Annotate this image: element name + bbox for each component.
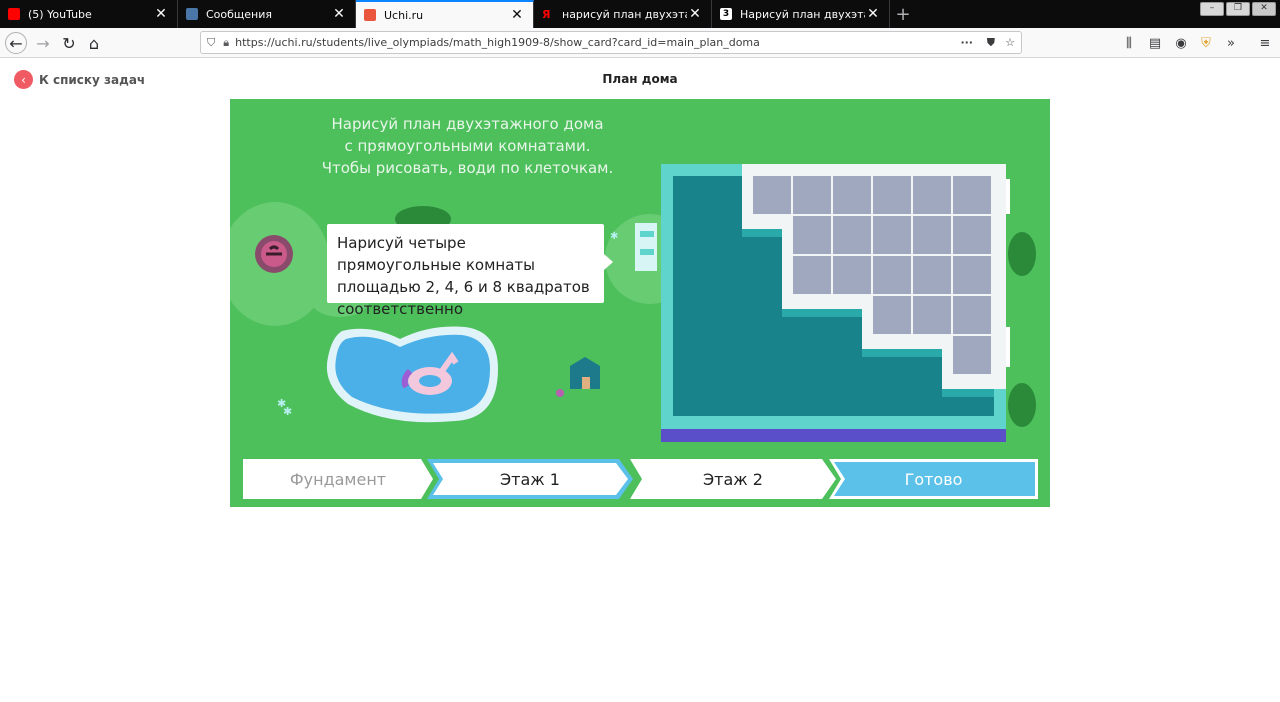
- address-bar[interactable]: ⛉ 🔒︎ https://uchi.ru/students/live_olymp…: [200, 31, 1022, 54]
- grid-cell[interactable]: [793, 176, 831, 214]
- grid-cell[interactable]: [913, 256, 951, 294]
- grid-cell[interactable]: [833, 216, 871, 254]
- step-floor-2[interactable]: Этаж 2: [630, 459, 836, 499]
- restore-button[interactable]: ❐: [1226, 2, 1250, 16]
- bookmark-star-icon[interactable]: ☆: [1005, 36, 1015, 49]
- reload-icon[interactable]: ↻: [58, 32, 80, 54]
- close-icon[interactable]: ✕: [331, 6, 347, 22]
- grid-cell[interactable]: [793, 216, 831, 254]
- window-controls: – ❐ ✕: [1200, 2, 1276, 16]
- step-label: Готово: [904, 469, 963, 489]
- forward-arrow-icon[interactable]: →: [32, 32, 54, 54]
- tab-strip: (5) YouTube ✕ Сообщения ✕ Uchi.ru ✕ Я на…: [0, 0, 1280, 28]
- grid-cell[interactable]: [873, 256, 911, 294]
- grid-cell[interactable]: [913, 296, 951, 334]
- close-icon[interactable]: ✕: [865, 6, 881, 22]
- grid-cell[interactable]: [953, 296, 991, 334]
- grid-cell[interactable]: [873, 216, 911, 254]
- grid-cell[interactable]: [953, 336, 991, 374]
- youtube-icon: [8, 8, 20, 20]
- grid-cell[interactable]: [913, 216, 951, 254]
- yandex-icon: Я: [542, 8, 551, 21]
- instruction-line: Чтобы рисовать, води по клеточкам.: [321, 159, 614, 177]
- tab-zen-article[interactable]: 3 Нарисуй план двухэтажного д ✕: [712, 0, 890, 28]
- grid-cell[interactable]: [953, 216, 991, 254]
- instruction-line: Нарисуй план двухэтажного дома: [331, 115, 604, 133]
- step-progress-bar: Фундамент Этаж 1 Этаж 2 Готово: [243, 459, 1038, 499]
- tab-messages[interactable]: Сообщения ✕: [178, 0, 356, 28]
- zen-icon: 3: [720, 8, 732, 20]
- step-label: Этаж 1: [500, 469, 560, 489]
- tab-uchi[interactable]: Uchi.ru ✕: [356, 0, 534, 28]
- tab-title: Нарисуй план двухэтажного д: [740, 7, 865, 21]
- grid-cell[interactable]: [953, 256, 991, 294]
- tab-title: Uchi.ru: [384, 8, 424, 22]
- game-area: ✱ ✱ ✱ Нарисуй план двухэтажного дома с п…: [230, 99, 1050, 507]
- close-icon[interactable]: ✕: [153, 6, 169, 22]
- grid-cell[interactable]: [953, 176, 991, 214]
- step-foundation[interactable]: Фундамент: [243, 459, 433, 499]
- instruction-line: с прямоугольными комнатами.: [344, 137, 591, 155]
- grid-cell[interactable]: [833, 256, 871, 294]
- grid-cell[interactable]: [913, 176, 951, 214]
- sidebar-icon[interactable]: ▤: [1146, 34, 1164, 52]
- grid-cell[interactable]: [793, 256, 831, 294]
- floor-plan-grid[interactable]: [661, 164, 1006, 442]
- step-label: Этаж 2: [703, 469, 763, 489]
- grid-cell[interactable]: [873, 296, 911, 334]
- tab-title: Сообщения: [206, 7, 273, 21]
- lock-icon[interactable]: 🔒︎: [223, 36, 229, 50]
- window-close-button[interactable]: ✕: [1252, 2, 1276, 16]
- account-icon[interactable]: ◉: [1172, 34, 1190, 52]
- grid-cell[interactable]: [753, 176, 791, 214]
- tab-title: нарисуй план двухэтажного д: [562, 7, 687, 21]
- svg-text:✱: ✱: [610, 231, 618, 242]
- vk-messages-icon: [186, 8, 198, 20]
- minimize-button[interactable]: –: [1200, 2, 1224, 16]
- uchi-icon: [364, 9, 376, 21]
- step-done[interactable]: Готово: [829, 459, 1038, 499]
- step-label: Фундамент: [289, 469, 387, 489]
- pocket-icon[interactable]: ⛊: [987, 36, 995, 50]
- back-arrow-icon[interactable]: ←: [5, 32, 27, 54]
- page-title: План дома: [602, 72, 678, 86]
- ladder-icon: [635, 223, 657, 271]
- extension-icon[interactable]: ⛨: [1197, 34, 1215, 52]
- instruction-text: Нарисуй план двухэтажного дома с прямоуг…: [300, 113, 635, 179]
- navigation-bar: ← → ↻ ⌂ ⛉ 🔒︎ https://uchi.ru/students/li…: [0, 28, 1280, 58]
- new-tab-button[interactable]: +: [890, 0, 916, 28]
- grid-cell[interactable]: [833, 176, 871, 214]
- tab-title: (5) YouTube: [28, 7, 92, 21]
- overflow-chevron-icon[interactable]: »: [1222, 34, 1240, 52]
- bush-icon: [1008, 232, 1036, 276]
- bush-icon: [1008, 383, 1036, 427]
- step-floor-1[interactable]: Этаж 1: [427, 459, 633, 499]
- home-icon[interactable]: ⌂: [83, 32, 105, 54]
- task-speech-bubble: Нарисуй четыре прямоугольные комнаты пло…: [327, 224, 613, 318]
- menu-icon[interactable]: ≡: [1256, 34, 1274, 52]
- close-icon[interactable]: ✕: [687, 6, 703, 22]
- tracking-shield-icon[interactable]: ⛉: [207, 36, 215, 50]
- tab-yandex-search[interactable]: Я нарисуй план двухэтажного д ✕: [534, 0, 712, 28]
- svg-text:✱: ✱: [283, 405, 292, 418]
- page-actions-icon[interactable]: ···: [960, 36, 973, 49]
- grid-cell[interactable]: [873, 176, 911, 214]
- url-text[interactable]: https://uchi.ru/students/live_olympiads/…: [235, 36, 760, 49]
- close-icon[interactable]: ✕: [509, 7, 525, 23]
- tab-youtube[interactable]: (5) YouTube ✕: [0, 0, 178, 28]
- library-icon[interactable]: ⫼: [1120, 34, 1138, 52]
